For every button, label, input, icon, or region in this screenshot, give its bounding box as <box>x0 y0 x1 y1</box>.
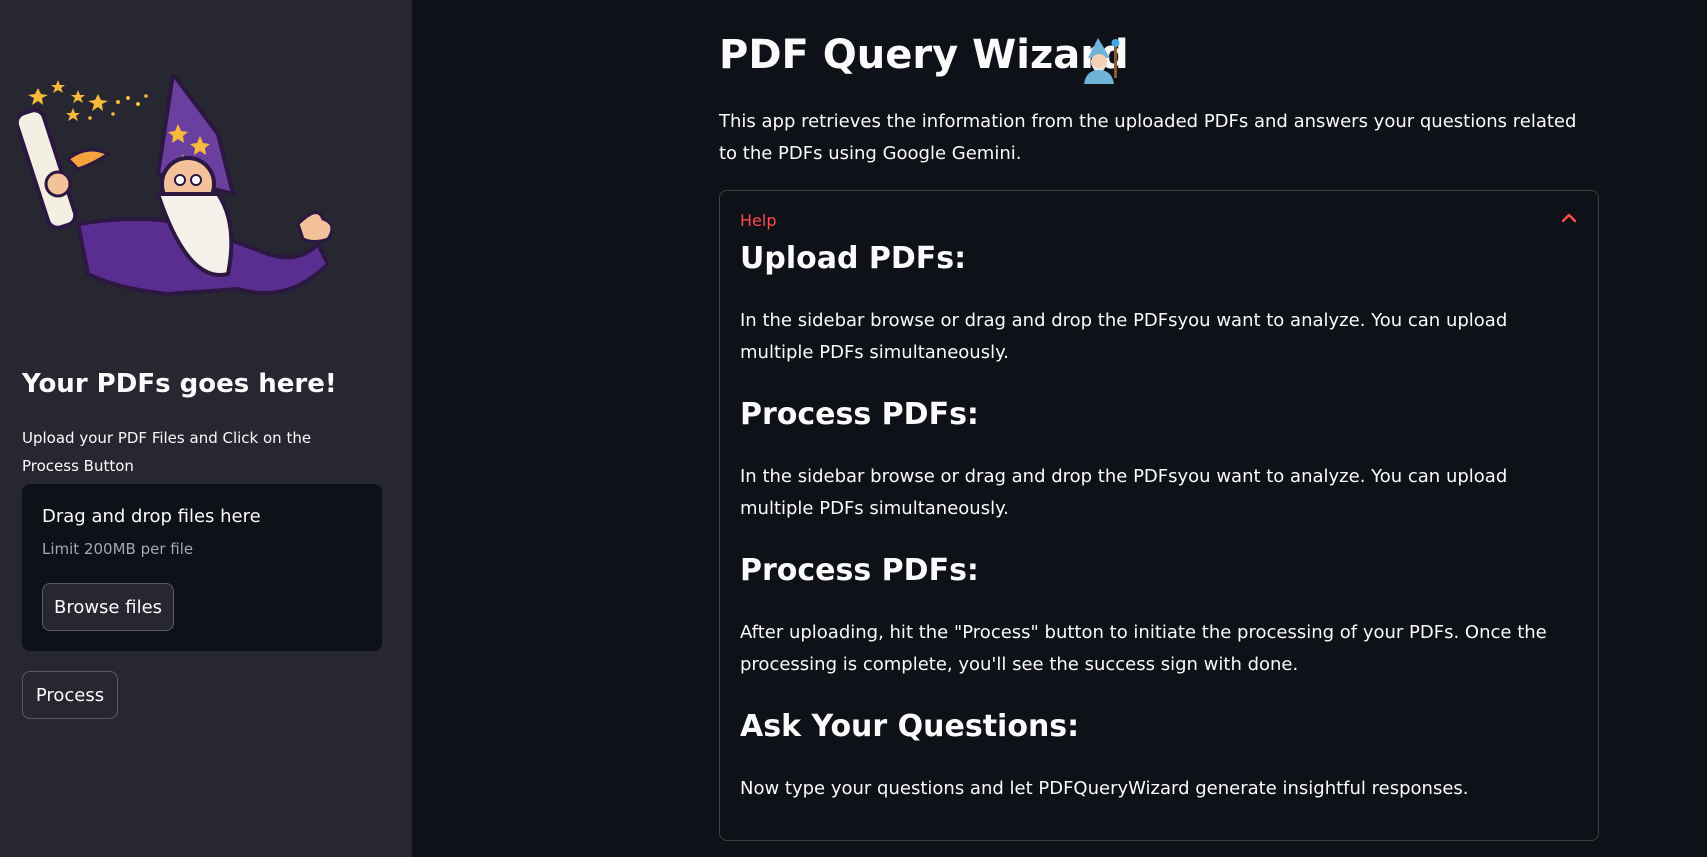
help-text-process-2: After uploading, hit the "Process" butto… <box>740 622 1547 675</box>
help-text-ask: Now type your questions and let PDFQuery… <box>740 778 1469 799</box>
help-expander-header[interactable]: Help <box>720 191 1598 247</box>
intro-text: This app retrieves the information from … <box>719 111 1577 164</box>
sidebar-title: Your PDFs goes here! <box>22 369 337 399</box>
help-heading-upload: Upload PDFs: <box>740 241 967 276</box>
help-text-upload: In the sidebar browse or drag and drop t… <box>740 310 1508 363</box>
help-heading-process-2: Process PDFs: <box>740 553 979 588</box>
process-button[interactable]: Process <box>22 671 118 719</box>
help-heading-ask: Ask Your Questions: <box>740 709 1080 744</box>
wizard-logo <box>18 74 334 297</box>
dropzone-title: Drag and drop files here <box>42 506 261 527</box>
help-heading-process: Process PDFs: <box>740 397 979 432</box>
dropzone-limit: Limit 200MB per file <box>42 540 194 558</box>
page-title: PDF Query Wizard <box>719 32 1129 78</box>
sidebar: Your PDFs goes here! Upload your PDF Fil… <box>0 0 412 857</box>
help-expander: Help Upload PDFs: In the sidebar browse … <box>719 190 1599 841</box>
mage-emoji-icon <box>1084 38 1120 84</box>
browse-files-button[interactable]: Browse files <box>42 583 174 631</box>
file-uploader-dropzone[interactable]: Drag and drop files here Limit 200MB per… <box>22 484 382 651</box>
sidebar-description: Upload your PDF Files and Click on the P… <box>22 429 312 475</box>
help-label: Help <box>740 211 777 230</box>
help-text-process: In the sidebar browse or drag and drop t… <box>740 466 1508 519</box>
chevron-up-icon <box>1561 213 1577 223</box>
